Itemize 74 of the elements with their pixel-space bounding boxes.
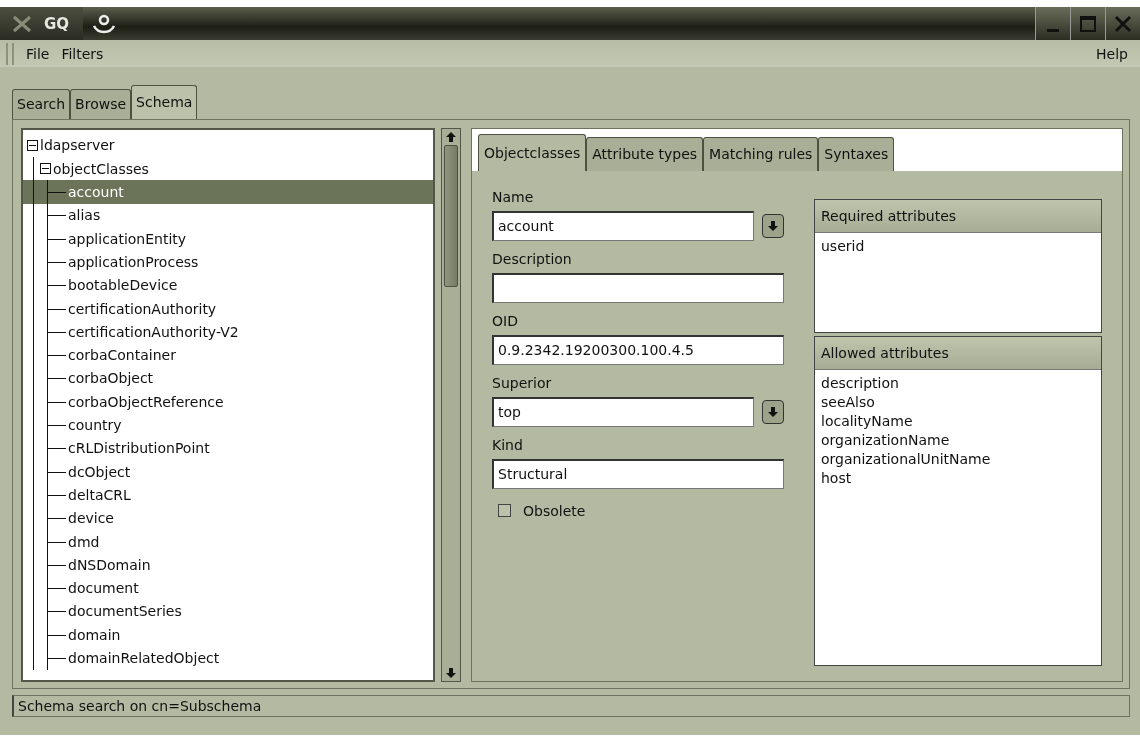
caret-icon[interactable] bbox=[767, 405, 779, 418]
dropdown-button[interactable] bbox=[762, 399, 784, 424]
list-item[interactable]: seeAlso bbox=[815, 392, 1101, 412]
field-label: Description bbox=[492, 250, 573, 267]
tab[interactable]: Search bbox=[12, 88, 71, 119]
field-label: Kind bbox=[492, 436, 524, 453]
collapse-icon[interactable] bbox=[40, 163, 51, 175]
tree-item[interactable]: corbaContainer bbox=[68, 347, 176, 364]
tree-item[interactable]: certificationAuthority bbox=[68, 300, 217, 317]
tab[interactable]: Schema bbox=[131, 84, 198, 119]
minimize-icon bbox=[1047, 29, 1059, 32]
tree-item[interactable]: corbaObject bbox=[68, 370, 154, 387]
maximize-button[interactable] bbox=[1070, 7, 1105, 40]
scroll-up-icon[interactable] bbox=[445, 130, 457, 143]
minimize-button[interactable] bbox=[1035, 7, 1070, 40]
tree-item[interactable]: bootableDevice bbox=[68, 277, 178, 294]
tree-item[interactable]: objectClasses bbox=[53, 160, 149, 177]
tree-item[interactable]: corbaObjectReference bbox=[68, 393, 224, 410]
list-item[interactable]: localityName bbox=[815, 411, 1101, 431]
combo-field[interactable]: top bbox=[492, 396, 754, 427]
tree-item[interactable]: certificationAuthority-V2 bbox=[68, 323, 239, 340]
menu-item[interactable]: Filters bbox=[55, 45, 110, 62]
caret-icon[interactable] bbox=[767, 219, 779, 232]
tree-item[interactable]: documentSeries bbox=[68, 603, 182, 620]
tree-item[interactable]: cRLDistributionPoint bbox=[68, 440, 210, 457]
tab[interactable]: Browse bbox=[70, 88, 132, 119]
menu-item[interactable]: File bbox=[20, 45, 56, 62]
tree-item[interactable]: deltaCRL bbox=[68, 486, 131, 503]
tree-item[interactable]: domainRelatedObject bbox=[68, 650, 220, 666]
checkbox[interactable] bbox=[498, 504, 511, 518]
input-field[interactable]: 0.9.2342.19200300.100.4.5 bbox=[492, 334, 784, 365]
maximize-icon bbox=[1079, 14, 1097, 33]
field-label: Name bbox=[492, 188, 535, 205]
checkbox-label: Obsolete bbox=[523, 502, 586, 519]
tree-item[interactable]: domain bbox=[68, 626, 121, 643]
tab[interactable]: Attribute types bbox=[586, 136, 704, 171]
tree-item[interactable]: dcObject bbox=[68, 463, 131, 480]
tab[interactable]: Matching rules bbox=[703, 136, 819, 171]
field-label: Superior bbox=[492, 374, 553, 391]
menu-grip-handle[interactable] bbox=[6, 42, 14, 65]
tree-item[interactable]: device bbox=[68, 510, 114, 527]
tree-item[interactable]: account bbox=[68, 184, 124, 201]
list-item[interactable]: host bbox=[815, 468, 1101, 488]
list-item[interactable]: description bbox=[815, 373, 1101, 393]
tree-item[interactable]: alias bbox=[68, 207, 101, 224]
window-title: GQ bbox=[44, 14, 70, 33]
tree-item[interactable]: document bbox=[68, 580, 139, 597]
tab[interactable]: Syntaxes bbox=[818, 136, 895, 171]
tree-item[interactable]: applicationProcess bbox=[68, 253, 199, 270]
scrollbar[interactable] bbox=[441, 127, 461, 682]
tree-item[interactable]: dmd bbox=[68, 533, 100, 550]
dropdown-button[interactable] bbox=[762, 213, 784, 238]
tree-item[interactable]: dNSDomain bbox=[68, 556, 151, 573]
field-label: OID bbox=[492, 312, 519, 329]
list-item[interactable]: organizationName bbox=[815, 430, 1101, 450]
list-item[interactable]: organizationalUnitName bbox=[815, 449, 1101, 469]
list-header: Allowed attributes bbox=[815, 336, 1101, 370]
scroll-down-icon[interactable] bbox=[445, 666, 457, 679]
list-header: Required attributes bbox=[815, 199, 1101, 233]
tree-item[interactable]: country bbox=[68, 417, 122, 433]
menu-item[interactable]: Help bbox=[1090, 45, 1134, 62]
list-item[interactable]: userid bbox=[815, 236, 1101, 256]
tab[interactable]: Objectclasses bbox=[478, 133, 587, 171]
collapse-icon[interactable] bbox=[27, 139, 38, 151]
status-bar: Schema search on cn=Subschema bbox=[12, 694, 1130, 717]
close-icon bbox=[1114, 14, 1132, 33]
close-button[interactable] bbox=[1105, 7, 1140, 40]
tree-item[interactable]: ldapserver bbox=[40, 137, 115, 154]
scroll-thumb[interactable] bbox=[444, 144, 458, 287]
tree-item[interactable]: applicationEntity bbox=[68, 230, 187, 247]
combo-field[interactable]: account bbox=[492, 210, 754, 241]
input-field[interactable]: Structural bbox=[492, 458, 784, 489]
app-icon bbox=[12, 14, 32, 33]
input-field[interactable] bbox=[492, 272, 784, 303]
